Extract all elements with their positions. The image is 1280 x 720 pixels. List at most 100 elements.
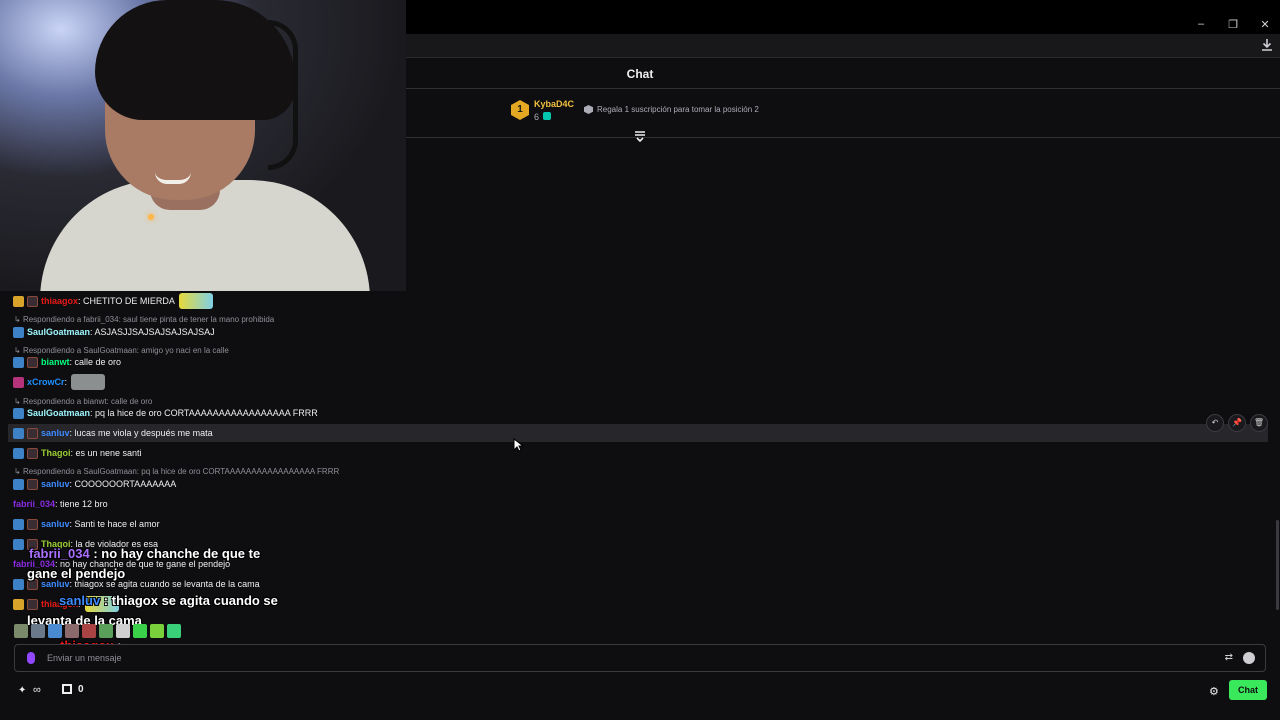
emote-icon (31, 624, 45, 638)
chat-text: : calle de oro (69, 357, 122, 367)
mod-badge-icon (13, 407, 24, 419)
chat-text: : ASJASJJSAJSAJSAJSAJSAJ (90, 327, 215, 337)
sub-badge-icon (27, 518, 38, 530)
leaderboard-count: 6 (534, 112, 540, 122)
chat-username[interactable]: SaulGoatmaan (27, 327, 90, 337)
chat-text: : CHETITO DE MIERDA (78, 296, 175, 306)
chat-username[interactable]: sanluv (41, 479, 70, 489)
close-button[interactable]: ✕ (1258, 18, 1272, 31)
emote-icon (71, 374, 106, 390)
reply-text: Respondiendo a bianwt: calle de oro (22, 397, 153, 406)
reply-text: Respondiendo a SaulGoatmaan: pq la hice … (22, 467, 340, 476)
leaderboard-user[interactable]: KybaD4C (534, 99, 574, 109)
chat-message: SaulGoatmaan : pq la hice de oro CORTAAA… (13, 406, 318, 420)
reply-context: ↳ Respondiendo a fabrii_034: saul tiene … (14, 315, 275, 324)
reply-text: Respondiendo a fabrii_034: saul tiene pi… (22, 315, 275, 324)
chat-message: fabrii_034 : tiene 12 bro (13, 497, 108, 511)
emote-icon (14, 624, 28, 638)
reply-text: Respondiendo a SaulGoatmaan: amigo yo na… (22, 346, 229, 355)
chat-message-hovered[interactable]: sanluv : lucas me viola y después me mat… (8, 424, 1268, 442)
app-root: – ❐ ✕ Chat 1 KybaD4C 6 Regala 1 suscripc… (0, 0, 1280, 720)
emoji-icon[interactable] (1243, 652, 1255, 664)
chat-text: : pq la hice de oro CORTAAAAAAAAAAAAAAAA… (90, 408, 318, 418)
hexagon-icon (584, 105, 593, 114)
cam-hair (95, 0, 295, 120)
cam-mic (148, 214, 154, 220)
sub-badge-icon (27, 598, 38, 610)
chat-message: thiaagox : CHETITO DE MIERDA (13, 293, 213, 309)
chat-message: bianwt : calle de oro (13, 355, 121, 369)
overlay-text: : no hay chanche de que te (89, 546, 261, 561)
leaderboard-hint: Regala 1 suscripción para tomar la posic… (597, 105, 759, 114)
settings-icon[interactable]: ⚙ (1209, 685, 1219, 698)
mouse-cursor-icon (513, 438, 523, 452)
pin-button[interactable]: 📌 (1228, 414, 1246, 432)
points-balance: ∞ (33, 684, 41, 696)
emote-icon (178, 293, 213, 309)
mod-badge-icon (13, 578, 24, 590)
shop-icon[interactable] (62, 684, 72, 694)
emote-icon (48, 624, 62, 638)
emote-icon (150, 624, 164, 638)
sub-badge-icon (27, 447, 38, 459)
overlay-text-cont: gane el pendejo (27, 566, 126, 581)
chat-bottom-bar: ✦ ∞ 0 ⚙ Chat (0, 676, 1280, 704)
chat-message: sanluv : COOOOOORTAAAAAAA (13, 477, 176, 491)
mod-badge-icon (13, 447, 24, 459)
chat-text: : (64, 377, 68, 387)
chat-text: : tiene 12 bro (55, 499, 108, 509)
chat-username[interactable]: xCrowCr (27, 377, 65, 387)
chat-text: : Santi te hace el amor (69, 519, 160, 529)
emote-icon (133, 624, 147, 638)
chat-message: Thagoi : es un nene santi (13, 446, 142, 460)
rank-badge: 1 (511, 100, 529, 120)
chat-text: : lucas me viola y después me mata (69, 428, 213, 438)
mod-badge-icon (13, 538, 24, 550)
emote-icon (99, 624, 113, 638)
minimize-button[interactable]: – (1194, 18, 1208, 31)
mod-badge-icon (13, 356, 24, 368)
chat-text: : COOOOOORTAAAAAAA (69, 479, 177, 489)
chat-username[interactable]: Thagoi (41, 448, 71, 458)
chat-message: sanluv : Santi te hace el amor (13, 517, 160, 531)
restore-button[interactable]: ❐ (1226, 18, 1240, 31)
crown-badge-icon (13, 598, 24, 610)
chat-message: xCrowCr : (13, 374, 106, 390)
chat-username[interactable]: bianwt (41, 357, 70, 367)
chat-message-list: thiaagox : CHETITO DE MIERDA ↳ Respondie… (0, 291, 1280, 641)
overlay-message: sanluv : thiagox se agita cuando se (59, 592, 278, 610)
overlay-username: sanluv (59, 593, 101, 608)
reply-button[interactable]: ↶ (1206, 414, 1224, 432)
translate-icon[interactable]: ⇄ (1225, 652, 1233, 663)
reply-context: ↳ Respondiendo a SaulGoatmaan: amigo yo … (14, 346, 229, 355)
emote-icon (116, 624, 130, 638)
mod-badge-icon (13, 326, 24, 338)
message-actions: ↶ 📌 🗑 (1206, 414, 1268, 432)
vip-badge-icon (13, 376, 24, 388)
emote-icon (167, 624, 181, 638)
reply-context: ↳ Respondiendo a bianwt: calle de oro (14, 397, 153, 406)
chat-input[interactable]: Enviar un mensaje ⇄ (14, 644, 1266, 672)
chat-input-placeholder: Enviar un mensaje (47, 653, 122, 663)
mod-badge-icon (13, 427, 24, 439)
emote-icon (82, 624, 96, 638)
emote-row (14, 624, 181, 638)
points-icon[interactable]: ✦ (18, 685, 30, 696)
webcam-feed (0, 0, 406, 291)
chat-send-button[interactable]: Chat (1229, 680, 1267, 700)
chat-username[interactable]: thiaagox (41, 296, 78, 306)
mic-icon[interactable] (27, 652, 35, 664)
chat-username[interactable]: fabrii_034 (13, 499, 55, 509)
overlay-username: fabrii_034 (29, 546, 90, 561)
expand-icon[interactable] (633, 130, 647, 142)
sub-badge-icon (27, 427, 38, 439)
chat-message: SaulGoatmaan : ASJASJJSAJSAJSAJSAJSAJ (13, 325, 215, 339)
overlay-message: fabrii_034 : no hay chanche de que te (29, 545, 260, 563)
chat-username[interactable]: sanluv (41, 428, 70, 438)
chat-scrollbar[interactable] (1276, 520, 1279, 610)
chat-username[interactable]: SaulGoatmaan (27, 408, 90, 418)
delete-button[interactable]: 🗑 (1250, 414, 1268, 432)
download-icon[interactable] (1260, 38, 1274, 52)
chat-username[interactable]: sanluv (41, 519, 70, 529)
reply-context: ↳ Respondiendo a SaulGoatmaan: pq la hic… (14, 467, 340, 476)
